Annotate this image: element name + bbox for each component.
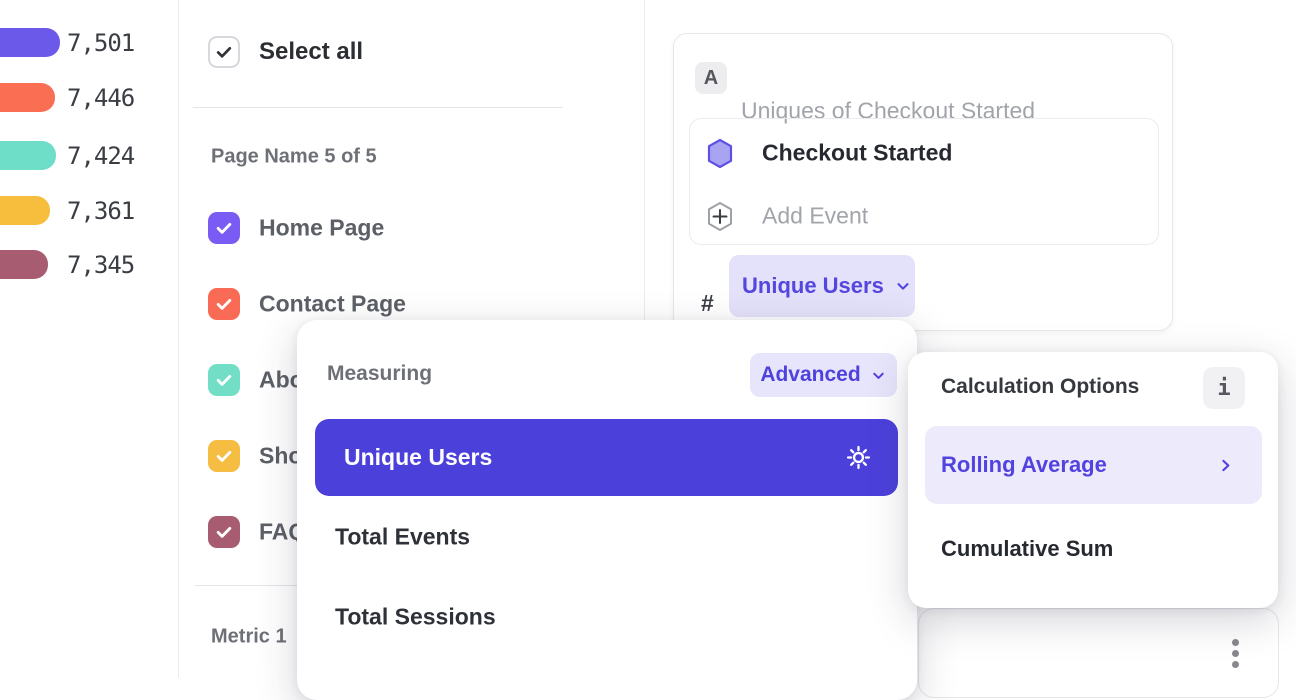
legend-swatch	[0, 250, 48, 279]
check-icon	[214, 42, 234, 62]
legend-swatch	[0, 196, 50, 225]
legend-value: 7,361	[67, 197, 134, 225]
legend-swatch	[0, 141, 56, 170]
checkbox-about-page[interactable]	[208, 364, 240, 396]
calculation-options-title: Calculation Options	[941, 375, 1139, 399]
select-all-label: Select all	[259, 38, 363, 66]
advanced-dropdown-value: Advanced	[760, 363, 860, 387]
info-icon[interactable]: i	[1203, 367, 1245, 409]
menu-option-unique-users[interactable]: Unique Users	[315, 419, 898, 496]
measure-type-symbol: #	[701, 290, 714, 317]
chevron-down-icon	[870, 367, 887, 384]
chevron-right-icon	[1217, 457, 1234, 474]
measuring-menu: Measuring Advanced Unique Users Total Ev…	[297, 320, 917, 700]
filter-label-home-page: Home Page	[259, 215, 384, 242]
advanced-dropdown[interactable]: Advanced	[750, 353, 897, 397]
check-icon	[214, 522, 234, 542]
event-hexagon-icon	[706, 138, 734, 169]
filter-label-contact-page: Contact Page	[259, 291, 406, 318]
group-label: Page Name 5 of 5	[211, 146, 377, 169]
checkbox-contact-page[interactable]	[208, 288, 240, 320]
check-icon	[214, 294, 234, 314]
checkbox-shop-page[interactable]	[208, 440, 240, 472]
metric-2-card	[918, 608, 1279, 698]
select-all-checkbox[interactable]	[208, 36, 240, 68]
legend-value: 7,345	[67, 251, 134, 279]
menu-option-total-events[interactable]: Total Events	[335, 524, 470, 551]
gear-icon[interactable]	[845, 444, 872, 471]
calc-option-label: Rolling Average	[941, 452, 1107, 478]
divider	[193, 107, 563, 108]
measure-dropdown[interactable]: Unique Users	[729, 255, 915, 317]
event-name[interactable]: Checkout Started	[762, 140, 952, 167]
check-icon	[214, 218, 234, 238]
panel-divider-left	[178, 0, 179, 678]
calculation-options-menu: Calculation Options i Rolling Average Cu…	[908, 352, 1278, 608]
metric-label: Metric 1	[211, 626, 287, 649]
legend-value: 7,501	[67, 29, 134, 57]
checkbox-home-page[interactable]	[208, 212, 240, 244]
menu-option-label: Unique Users	[344, 444, 492, 471]
calc-option-cumulative-sum[interactable]: Cumulative Sum	[941, 536, 1113, 562]
checkbox-faq-page[interactable]	[208, 516, 240, 548]
measuring-menu-title: Measuring	[327, 362, 432, 386]
kebab-menu-icon[interactable]	[1232, 639, 1239, 668]
calc-option-rolling-average[interactable]: Rolling Average	[925, 426, 1262, 504]
series-letter-badge: A	[695, 62, 727, 94]
chevron-down-icon	[894, 277, 912, 295]
add-event-icon	[706, 201, 734, 232]
query-builder-card: A Uniques of Checkout Started Checkout S…	[673, 33, 1173, 331]
event-box: Checkout Started Add Event	[689, 118, 1159, 245]
add-event-button[interactable]: Add Event	[762, 203, 868, 230]
legend-swatch	[0, 28, 60, 57]
legend-value: 7,446	[67, 84, 134, 112]
check-icon	[214, 446, 234, 466]
measure-dropdown-value: Unique Users	[742, 273, 884, 299]
legend-value: 7,424	[67, 142, 134, 170]
check-icon	[214, 370, 234, 390]
menu-option-total-sessions[interactable]: Total Sessions	[335, 604, 496, 631]
legend-swatch	[0, 83, 55, 112]
